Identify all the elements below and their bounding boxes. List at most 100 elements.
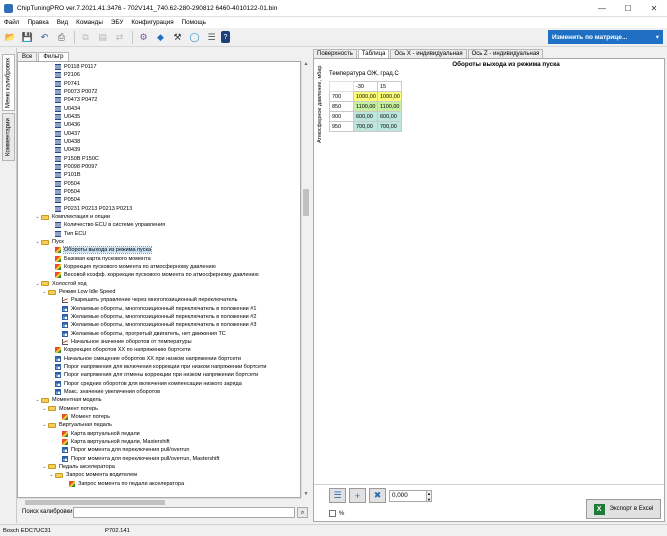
map-cell[interactable]: 1000,00 xyxy=(377,91,402,102)
row-header[interactable]: 950 xyxy=(329,121,354,132)
tree-item[interactable]: Желаемые обороты, прогретый двигатель, н… xyxy=(55,330,226,338)
row-header[interactable]: 700 xyxy=(329,91,354,102)
expand-chevron-icon[interactable]: ⌄ xyxy=(34,397,41,403)
tree-item[interactable]: P0098 P0097 xyxy=(48,163,97,171)
tree-item[interactable]: P0504 xyxy=(48,188,80,196)
tree-item[interactable]: P0504 xyxy=(48,180,80,188)
tab-table[interactable]: Таблица xyxy=(357,49,390,58)
tree-item[interactable]: Карта виртуальной педали xyxy=(55,430,140,438)
tree-item[interactable]: Начальное смещение оборотов XX при низко… xyxy=(48,355,241,363)
value-stepper[interactable]: 0,000 xyxy=(389,489,427,502)
tree-item[interactable]: Тип ECU xyxy=(48,230,86,238)
tree-folder[interactable]: ⌄ Момент потерь xyxy=(41,405,98,413)
tree-item[interactable]: Карта виртуальной педали, Mastershift xyxy=(55,438,170,446)
tree-item[interactable]: Разрешить управление через многопозицион… xyxy=(55,296,237,304)
tree-item[interactable]: Порог средних оборотов для включения ком… xyxy=(48,380,242,388)
tree-vertical-scrollbar[interactable]: ▲ ▼ xyxy=(301,61,309,498)
tab-filter[interactable]: Фильтр xyxy=(38,52,69,61)
tab-axis-z[interactable]: Ось Z - индивидуальная xyxy=(467,49,544,58)
find-icon[interactable]: ◆ xyxy=(153,30,168,45)
scroll-thumb[interactable] xyxy=(25,500,165,505)
tab-all[interactable]: Все xyxy=(17,52,38,61)
menu-ecu[interactable]: ЭБУ xyxy=(111,19,124,26)
scroll-thumb[interactable] xyxy=(303,189,309,216)
wrench-icon[interactable]: ⚒ xyxy=(170,30,185,45)
tree-item[interactable]: U0436 xyxy=(48,121,80,129)
tree-folder[interactable]: ⌄ Педаль акселератора xyxy=(41,463,114,471)
tree-item[interactable]: Желаемые обороты, многопозиционный перек… xyxy=(55,313,256,321)
map-cell[interactable]: 1100,00 xyxy=(353,101,378,112)
column-header[interactable]: 15 xyxy=(377,81,402,92)
tree-folder[interactable]: ⌄ Режим Low Idle Speed xyxy=(41,288,115,296)
tree-item[interactable]: Базовая карта пускового момента xyxy=(48,255,151,263)
map-cell[interactable]: 600,00 xyxy=(377,111,402,122)
tree-item[interactable]: Макс. значение увеличения оборотов xyxy=(48,388,160,396)
tree-folder[interactable]: ⌄ Комплектация и опции xyxy=(34,213,110,221)
tree-item[interactable]: P101B xyxy=(48,171,81,179)
row-header[interactable]: 850 xyxy=(329,101,354,112)
multiply-icon[interactable]: ✖ xyxy=(369,488,386,503)
plus-icon[interactable]: + xyxy=(349,488,366,503)
tree-item[interactable]: P2106 xyxy=(48,71,80,79)
expand-chevron-icon[interactable]: ⌄ xyxy=(34,239,41,245)
equals-icon[interactable]: ☰ xyxy=(329,488,346,503)
tree-horizontal-scrollbar[interactable] xyxy=(17,498,301,505)
modify-by-matrix-button[interactable]: Изменить по матрице... ▾ xyxy=(548,30,663,44)
tree-item[interactable]: P0504 xyxy=(48,196,80,204)
menu-configuration[interactable]: Конфигурация xyxy=(131,19,173,26)
menu-view[interactable]: Вид xyxy=(57,19,68,26)
open-folder-icon[interactable]: 📂 xyxy=(3,30,18,45)
expand-chevron-icon[interactable]: ⌄ xyxy=(48,472,55,478)
stepper-arrows[interactable]: ▲ ▼ xyxy=(427,489,432,502)
copy-icon[interactable]: ⧉ xyxy=(78,30,93,45)
expand-chevron-icon[interactable]: ⌄ xyxy=(41,289,48,295)
scroll-up-icon[interactable]: ▲ xyxy=(302,61,310,68)
search-input[interactable] xyxy=(73,507,295,518)
menu-help[interactable]: Помощь xyxy=(182,19,206,26)
expand-chevron-icon[interactable]: ⌄ xyxy=(41,406,48,412)
tree-item[interactable]: Момент потерь xyxy=(55,413,110,421)
tree-item[interactable]: U0439 xyxy=(48,146,80,154)
tree-item[interactable]: Коррекция оборотов XX по напряжению борт… xyxy=(48,346,191,354)
tree-item[interactable]: Желаемые обороты, многопозиционный перек… xyxy=(55,305,256,313)
settings-icon[interactable]: ☰ xyxy=(204,30,219,45)
tree-item[interactable]: Коррекция пускового момента по атмосферн… xyxy=(48,263,216,271)
map-cell[interactable]: 1100,00 xyxy=(377,101,402,112)
expand-chevron-icon[interactable]: ⌄ xyxy=(34,281,41,287)
tree-item[interactable]: Обороты выхода из режима пуска xyxy=(48,246,153,255)
export-excel-button[interactable]: X Экспорт в Excel xyxy=(586,499,661,519)
close-button[interactable]: ✕ xyxy=(641,0,667,17)
map-cell[interactable]: 700,00 xyxy=(353,121,378,132)
tree-item[interactable]: Весовой коэфф. коррекции пускового момен… xyxy=(48,271,259,279)
globe-icon[interactable]: ◯ xyxy=(187,30,202,45)
expand-chevron-icon[interactable]: ⌄ xyxy=(34,214,41,220)
tab-surface[interactable]: Поверхность xyxy=(313,49,357,58)
search-icon[interactable]: ⌕ xyxy=(297,507,308,518)
compare-icon[interactable]: ⇄ xyxy=(112,30,127,45)
print-icon[interactable]: ⎙ xyxy=(54,30,69,45)
menu-file[interactable]: Файл xyxy=(4,19,19,26)
tree-item[interactable]: P150B P150C xyxy=(48,155,99,163)
tree-item[interactable]: U0434 xyxy=(48,105,80,113)
tree-item[interactable]: Порог момента для переключения pull/over… xyxy=(55,455,219,463)
tree-item[interactable]: Количество ECU в системе управления xyxy=(48,221,165,229)
map-cell[interactable]: 1000,00 xyxy=(353,91,378,102)
tree-folder[interactable]: ⌄ Пуск xyxy=(34,238,63,246)
percent-option[interactable]: % xyxy=(329,510,344,517)
menu-commands[interactable]: Команды xyxy=(76,19,103,26)
tree-item[interactable]: Желаемые обороты, многопозиционный перек… xyxy=(55,321,256,329)
tree-item[interactable]: Порог напряжения для включения коррекции… xyxy=(48,363,267,371)
tree-item[interactable]: Начальное значение оборотов от температу… xyxy=(55,338,192,346)
expand-chevron-icon[interactable]: ⌄ xyxy=(41,422,48,428)
column-header[interactable]: -30 xyxy=(353,81,378,92)
map-cell[interactable]: 600,00 xyxy=(353,111,378,122)
map-cell[interactable]: 700,00 xyxy=(377,121,402,132)
tree-item[interactable]: Порог напряжения для отмены коррекции пр… xyxy=(48,371,258,379)
minimize-button[interactable]: — xyxy=(589,0,615,17)
scroll-down-icon[interactable]: ▼ xyxy=(302,491,310,498)
percent-checkbox[interactable] xyxy=(329,510,336,517)
help-icon[interactable]: ? xyxy=(221,31,230,43)
tree-folder[interactable]: ⌄ Запрос момента водителем xyxy=(48,471,137,479)
tree-item[interactable]: Порог момента для переключения pull/over… xyxy=(55,446,189,454)
tree-item[interactable]: U0438 xyxy=(48,138,80,146)
